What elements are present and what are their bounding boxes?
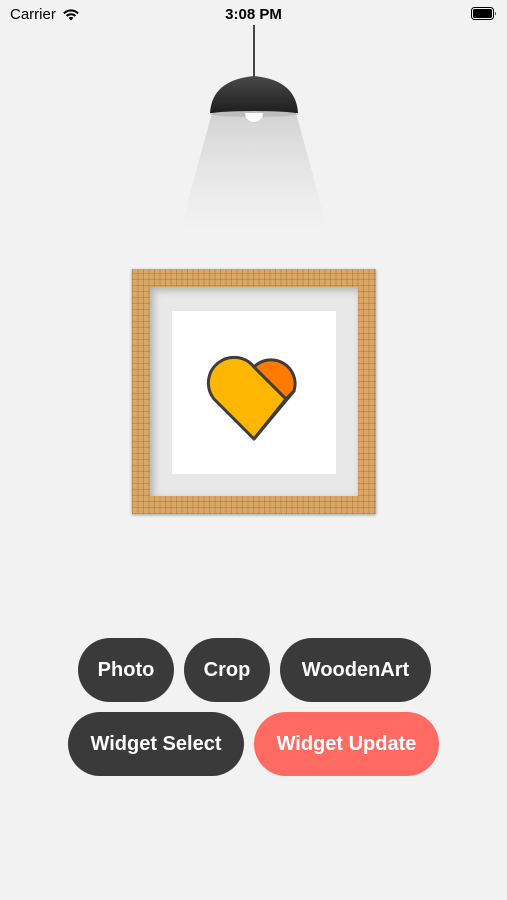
frame-mat: [150, 287, 358, 496]
wooden-frame: [132, 269, 376, 514]
app-screen: Carrier 3:08 PM Photo Crop WoodenArt Wid…: [0, 0, 507, 900]
crop-button[interactable]: Crop: [184, 638, 270, 702]
widget-update-button[interactable]: Widget Update: [254, 712, 439, 776]
photo-button[interactable]: Photo: [78, 638, 174, 702]
widget-select-button[interactable]: Widget Select: [68, 712, 244, 776]
wooden-art-button[interactable]: WoodenArt: [280, 638, 431, 702]
ceiling-lamp-icon: [176, 25, 332, 245]
frame-picture: [172, 311, 336, 474]
heart-icon: [206, 355, 297, 441]
